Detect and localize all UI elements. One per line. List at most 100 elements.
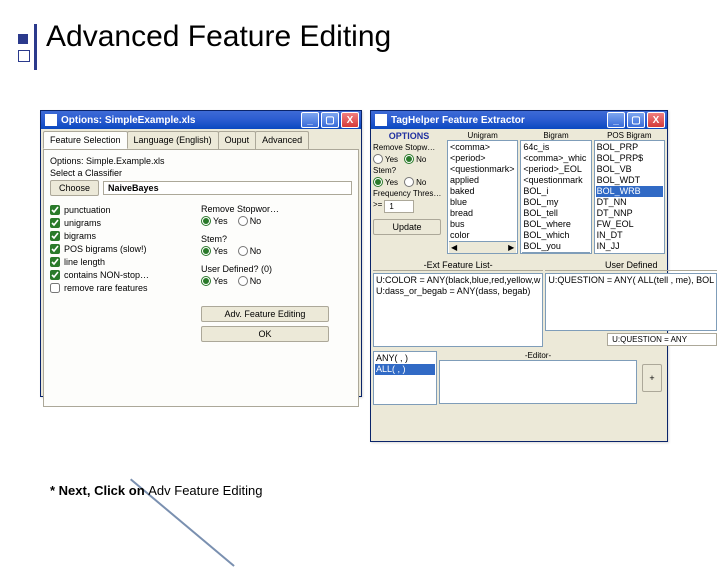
list-item[interactable]: IN_DT [596, 230, 663, 241]
minimize-button[interactable]: _ [607, 112, 625, 128]
scroll-right-icon[interactable]: ▶ [508, 242, 514, 253]
app-icon: ◧ [375, 114, 387, 126]
feature-check-4[interactable]: line length [50, 257, 201, 267]
feature-checks-col: punctuation unigrams bigrams POS bigrams (s… [50, 202, 201, 342]
list-item[interactable]: 64c_is [522, 142, 589, 153]
list-item[interactable]: FW_EOL [596, 219, 663, 230]
list-item[interactable]: BOL_WRB [596, 186, 663, 197]
list-item[interactable]: IN_JJ [596, 241, 663, 252]
feature-check-1[interactable]: unigrams [50, 218, 201, 228]
list-item[interactable]: BOL_you [522, 241, 589, 252]
maximize-button[interactable]: ▢ [627, 112, 645, 128]
stem-no[interactable] [238, 246, 248, 256]
list-item[interactable]: <comma>_whic [522, 153, 589, 164]
feature-check-label: line length [64, 257, 105, 267]
minimize-button[interactable]: _ [301, 112, 319, 128]
extractor-titlebar[interactable]: ◧ TagHelper Feature Extractor _ ▢ X [371, 111, 667, 129]
stopwords-yes[interactable] [201, 216, 211, 226]
options-subtitle: Options: Simple.Example.xls [50, 156, 352, 166]
feature-check-6[interactable]: remove rare features [50, 283, 201, 293]
list-item[interactable]: DT_NN [596, 197, 663, 208]
list-item[interactable]: BOL_tell [522, 208, 589, 219]
ex-stop-yes[interactable] [373, 154, 383, 164]
classifier-value[interactable]: NaiveBayes [103, 181, 352, 195]
list-item[interactable]: bread [449, 208, 516, 219]
maximize-button[interactable]: ▢ [321, 112, 339, 128]
list-item[interactable]: bus [449, 219, 516, 230]
user-defined-header: User Defined [545, 260, 717, 271]
ext-feature-list[interactable]: U:COLOR = ANY(black,blue,red,yellow,wU:d… [373, 273, 543, 347]
ex-stop-no[interactable] [404, 154, 414, 164]
feature-checkbox[interactable] [50, 231, 60, 241]
options-titlebar[interactable]: ◧ Options: SimpleExample.xls _ ▢ X [41, 111, 361, 129]
list-item[interactable]: <comma> [449, 142, 516, 153]
list-item[interactable]: BOL_PRP$ [596, 153, 663, 164]
list-item[interactable]: U:dass_or_begab = ANY(dass, begab) [375, 286, 541, 297]
list-item[interactable]: BOL_i [522, 186, 589, 197]
feature-check-5[interactable]: contains NON-stop… [50, 270, 201, 280]
list-item[interactable]: BOL_my [522, 197, 589, 208]
tab-language[interactable]: Language (English) [127, 131, 219, 149]
scroll-right-icon[interactable]: ▶ [582, 253, 588, 254]
scroll-left-icon[interactable]: ◀ [451, 242, 457, 253]
close-button[interactable]: X [647, 112, 665, 128]
list-item[interactable]: <period>_EOL [522, 164, 589, 175]
list-item[interactable]: <questionmark> [449, 164, 516, 175]
scroll-left-icon[interactable]: ◀ [524, 253, 530, 254]
ex-stem-yes[interactable] [373, 177, 383, 187]
list-item[interactable]: DT_NNP [596, 208, 663, 219]
list-item[interactable]: U:QUESTION = ANY( ALL(tell , me), BOL [547, 275, 715, 286]
user-defined-list[interactable]: U:QUESTION = ANY( ALL(tell , me), BOL [545, 273, 717, 331]
pos-bigram-list[interactable]: BOL_PRPBOL_PRP$BOL_VBBOL_WDTBOL_WRBDT_NN… [594, 140, 665, 254]
feature-check-0[interactable]: punctuation [50, 205, 201, 215]
feature-checkbox[interactable] [50, 205, 60, 215]
feature-checkbox[interactable] [50, 283, 60, 293]
page-title: Advanced Feature Editing [46, 20, 391, 54]
freq-threshold-input[interactable]: 1 [384, 200, 414, 213]
list-item[interactable]: color [449, 230, 516, 241]
userdefined-yes[interactable] [201, 276, 211, 286]
stem-yes[interactable] [201, 246, 211, 256]
list-item[interactable]: JJ_EOL [596, 252, 663, 254]
editor-area[interactable] [439, 360, 637, 404]
update-button[interactable]: Update [373, 219, 441, 235]
tab-output[interactable]: Ouput [218, 131, 257, 149]
feature-checkbox[interactable] [50, 270, 60, 280]
list-item[interactable]: BOL_WDT [596, 175, 663, 186]
adv-feature-editing-button[interactable]: Adv. Feature Editing [201, 306, 329, 322]
feature-checkbox[interactable] [50, 257, 60, 267]
tab-feature-selection[interactable]: Feature Selection [43, 131, 128, 149]
list-item[interactable]: BOL_PRP [596, 142, 663, 153]
stopwords-no[interactable] [238, 216, 248, 226]
list-item[interactable]: <period> [449, 153, 516, 164]
choose-button[interactable]: Choose [50, 180, 99, 196]
editor-add-button[interactable]: + [642, 364, 662, 392]
col-bigram-header: Bigram [520, 131, 591, 140]
user-defined-input[interactable]: U:QUESTION = ANY [607, 333, 717, 346]
list-item[interactable]: <questionmark [522, 175, 589, 186]
col-posbigram-header: POS Bigram [594, 131, 665, 140]
list-item[interactable]: blue [449, 197, 516, 208]
ok-button[interactable]: OK [201, 326, 329, 342]
list-item[interactable]: BOL_which [522, 230, 589, 241]
feature-checkbox[interactable] [50, 244, 60, 254]
bigram-list[interactable]: 64c_is<comma>_whic<period>_EOL<questionm… [520, 140, 591, 254]
tab-advanced[interactable]: Advanced [255, 131, 309, 149]
unigram-list[interactable]: <comma><period><questionmark>appliedbake… [447, 140, 518, 254]
list-item[interactable]: ANY( , ) [375, 353, 435, 364]
feature-checkbox[interactable] [50, 218, 60, 228]
remove-stopwords-label: Remove Stopwor… [201, 204, 352, 214]
feature-check-2[interactable]: bigrams [50, 231, 201, 241]
list-item[interactable]: BOL_VB [596, 164, 663, 175]
list-item[interactable]: baked [449, 186, 516, 197]
close-button[interactable]: X [341, 112, 359, 128]
list-item[interactable]: applied [449, 175, 516, 186]
editor-header: -Editor- [439, 351, 637, 360]
list-item[interactable]: BOL_where [522, 219, 589, 230]
list-item[interactable]: U:COLOR = ANY(black,blue,red,yellow,w [375, 275, 541, 286]
list-item[interactable]: ALL( , ) [375, 364, 435, 375]
feature-check-3[interactable]: POS bigrams (slow!) [50, 244, 201, 254]
editor-macro-list[interactable]: ANY( , )ALL( , ) [373, 351, 437, 405]
ex-stem-no[interactable] [404, 177, 414, 187]
userdefined-no[interactable] [238, 276, 248, 286]
